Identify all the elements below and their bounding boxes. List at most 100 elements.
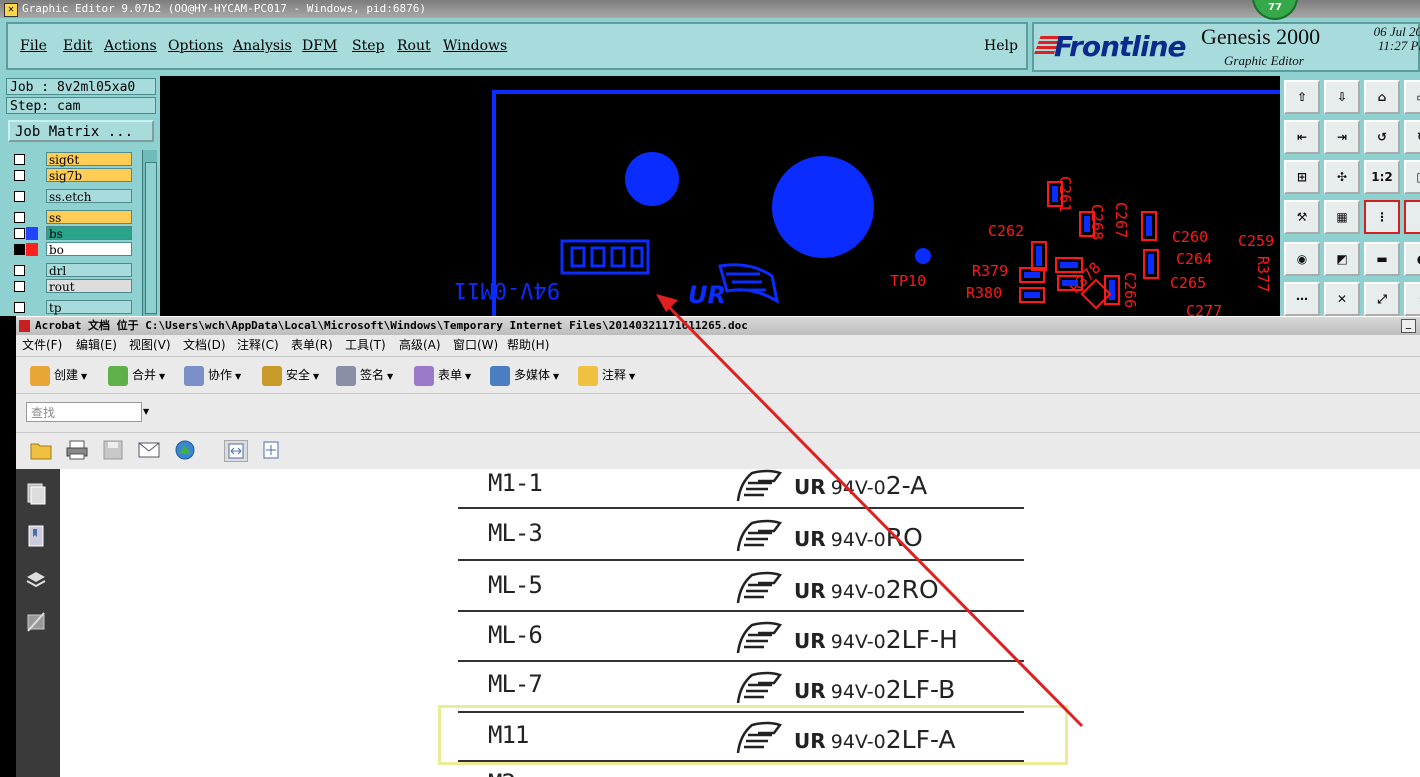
layers-icon[interactable] <box>26 569 46 591</box>
layer-name: tp <box>46 300 132 315</box>
menu-help[interactable]: Help <box>984 38 1018 54</box>
row-divider <box>458 760 1024 762</box>
collaborate-icon <box>184 365 204 386</box>
product-name: Genesis 2000 <box>1201 24 1321 49</box>
layer-checkbox[interactable] <box>14 228 25 239</box>
web-icon[interactable] <box>174 440 196 460</box>
layer-row[interactable]: drl <box>8 263 132 278</box>
zoom-fit-icon[interactable]: ⊞ <box>1284 160 1320 194</box>
multimedia-button[interactable]: 多媒体 ▼ <box>490 363 559 387</box>
layer-checkbox[interactable] <box>14 281 25 292</box>
ref-label: C260 <box>1172 228 1208 246</box>
menu-edit[interactable]: Edit <box>63 38 92 54</box>
minimize-icon[interactable]: _ <box>1401 319 1416 333</box>
layer-row[interactable]: tp <box>8 300 132 315</box>
layer-checkbox[interactable] <box>14 191 25 202</box>
move-right-icon[interactable]: ⇥ <box>1324 120 1360 154</box>
menu-edit[interactable]: 编辑(E) <box>76 335 117 355</box>
menu-advanced[interactable]: 高级(A) <box>399 335 441 355</box>
print-icon[interactable] <box>66 440 88 460</box>
menu-windows[interactable]: Windows <box>443 38 507 54</box>
layer-row[interactable]: ss <box>8 210 132 225</box>
cross-icon[interactable]: ✕ <box>1324 282 1360 316</box>
sign-button[interactable]: 签名 ▼ <box>336 363 393 387</box>
frame-icon[interactable]: ▭ <box>1404 80 1420 114</box>
layer-scrollbar[interactable] <box>142 150 157 316</box>
export-up-icon[interactable]: ⇧ <box>1284 80 1320 114</box>
layers-select-icon[interactable]: ⋮ <box>1364 200 1400 234</box>
secure-button[interactable]: 安全 ▼ <box>262 363 319 387</box>
save-icon[interactable] <box>102 440 124 460</box>
pdf-icon <box>19 320 30 332</box>
menu-options[interactable]: Options <box>168 38 223 54</box>
undo-icon[interactable]: ↺ <box>1364 120 1400 154</box>
menu-file[interactable]: File <box>20 38 47 54</box>
combine-button[interactable]: 合并 ▼ <box>108 363 165 387</box>
find-input[interactable]: 查找 <box>26 402 142 422</box>
layer-checkbox[interactable] <box>14 302 25 313</box>
layer-checkbox[interactable] <box>14 265 25 276</box>
acrobat-title-bar[interactable]: Acrobat 文档 位于 C:\Users\wch\AppData\Local… <box>16 316 1420 335</box>
layer-row[interactable]: sig6t <box>8 152 132 167</box>
connect-icon[interactable]: ⤢ <box>1364 282 1400 316</box>
layer-row[interactable]: ss.etch <box>8 189 132 204</box>
snap-icon[interactable]: ◉ <box>1284 242 1320 276</box>
menu-window[interactable]: 窗口(W) <box>453 335 498 355</box>
menu-forms[interactable]: 表单(R) <box>291 335 333 355</box>
layer-row[interactable]: sig7b <box>8 168 132 183</box>
pcb-canvas[interactable]: 94V-0M11 UR C261 C262 C268 C267 C260 C25… <box>160 76 1280 316</box>
net-icon[interactable]: ⋯ <box>1284 282 1320 316</box>
email-icon[interactable] <box>138 440 160 460</box>
bookmarks-icon[interactable] <box>26 525 46 547</box>
menu-document[interactable]: 文档(D) <box>183 335 226 355</box>
menu-comment[interactable]: 注释(C) <box>237 335 279 355</box>
job-matrix-button[interactable]: Job Matrix ... <box>8 120 154 142</box>
redo-icon[interactable]: ↻ <box>1404 120 1420 154</box>
menu-step[interactable]: Step <box>352 38 384 54</box>
measure-icon[interactable]: ⚒ <box>1284 200 1320 234</box>
layers-toggle-icon[interactable]: ⋮ <box>1404 200 1420 234</box>
zoom-icon[interactable]: ◫ <box>1404 160 1420 194</box>
pages-icon[interactable] <box>26 483 46 505</box>
find-dropdown-icon[interactable]: ▼ <box>143 402 153 422</box>
home-icon[interactable]: ⌂ <box>1364 80 1400 114</box>
pen-icon <box>336 365 356 386</box>
info-icon[interactable]: ● <box>1404 242 1420 276</box>
create-button[interactable]: 创建 ▼ <box>30 363 87 387</box>
layer-name: ss.etch <box>46 189 132 204</box>
open-folder-icon[interactable] <box>30 440 52 460</box>
signatures-icon[interactable] <box>26 611 46 633</box>
document-view[interactable]: M1-1 UR 94V-02-A ML-3 UR 94V-0RO ML-5 UR… <box>60 469 1420 777</box>
grid-icon[interactable]: ▦ <box>1324 200 1360 234</box>
forms-button[interactable]: 表单 ▼ <box>414 363 471 387</box>
fit-width-icon[interactable] <box>224 440 248 462</box>
zoom-ratio-button[interactable]: 1:2 <box>1364 160 1400 194</box>
move-left-icon[interactable]: ⇤ <box>1284 120 1320 154</box>
layer-checkbox[interactable] <box>14 154 25 165</box>
layer-checkbox[interactable] <box>14 212 25 223</box>
fit-page-icon[interactable] <box>260 440 282 460</box>
comment-button[interactable]: 注释 ▼ <box>578 363 635 387</box>
layer-row[interactable]: bs <box>8 226 132 241</box>
menu-analysis[interactable]: Analysis <box>233 38 292 54</box>
select-area-icon[interactable]: ◩ <box>1324 242 1360 276</box>
node-icon[interactable]: • <box>1404 282 1420 316</box>
ruler-icon[interactable]: ▬ <box>1364 242 1400 276</box>
menu-tools[interactable]: 工具(T) <box>345 335 386 355</box>
collaborate-button[interactable]: 协作 ▼ <box>184 363 241 387</box>
menu-actions[interactable]: Actions <box>104 38 157 54</box>
menu-view[interactable]: 视图(V) <box>129 335 171 355</box>
import-down-icon[interactable]: ⇩ <box>1324 80 1360 114</box>
layer-row[interactable]: rout <box>8 279 132 294</box>
genesis-title-bar[interactable]: ✕ Graphic Editor 9.07b2 (OO@HY-HYCAM-PC0… <box>0 0 1420 18</box>
product-subtitle: Graphic Editor <box>1224 53 1304 68</box>
layer-checkbox[interactable] <box>14 244 25 255</box>
zoom-center-icon[interactable]: ✣ <box>1324 160 1360 194</box>
menu-file[interactable]: 文件(F) <box>22 335 62 355</box>
layer-row[interactable]: bo <box>8 242 132 257</box>
scroll-thumb[interactable] <box>145 162 157 314</box>
menu-dfm[interactable]: DFM <box>302 38 337 54</box>
menu-help[interactable]: 帮助(H) <box>507 335 549 355</box>
menu-rout[interactable]: Rout <box>397 38 431 54</box>
layer-checkbox[interactable] <box>14 170 25 181</box>
